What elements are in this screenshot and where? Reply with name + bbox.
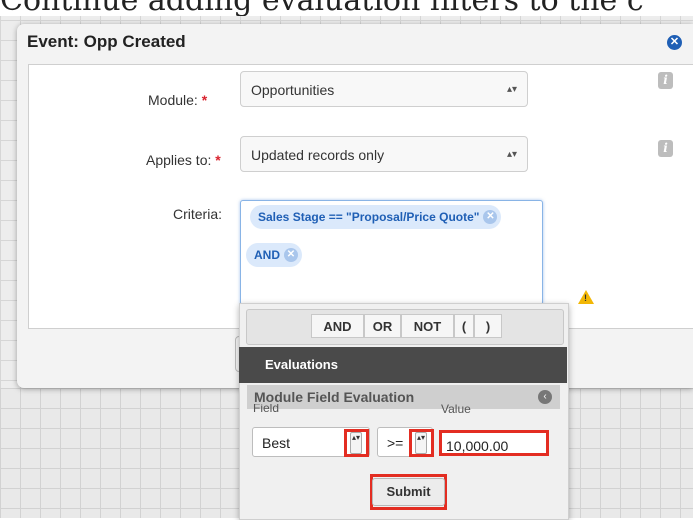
required-marker: *	[201, 92, 208, 108]
operator-select-value: >=	[387, 435, 404, 451]
dialog-title: Event: Opp Created	[27, 32, 186, 51]
criteria-pill-text: AND	[254, 248, 280, 262]
tutorial-caption: Continue adding evaluation filters to th…	[0, 0, 693, 16]
criteria-label: Criteria:	[173, 206, 223, 222]
field-select-value: Best	[262, 435, 291, 451]
field-label: Field	[253, 404, 280, 413]
criteria-pill[interactable]: Sales Stage == "Proposal/Price Quote" ✕	[250, 205, 502, 229]
close-paren-button[interactable]: )	[474, 314, 502, 338]
module-label: Module: *	[148, 92, 208, 108]
criteria-pill[interactable]: AND ✕	[246, 243, 302, 267]
info-icon[interactable]: i	[658, 72, 673, 89]
info-icon[interactable]: i	[658, 140, 673, 157]
module-select[interactable]: Opportunities ▴▾	[240, 71, 528, 107]
applies-to-select-value: Updated records only	[251, 147, 385, 163]
submit-button[interactable]: Submit	[372, 478, 445, 506]
operator-select-arrows-icon[interactable]: ▴▾	[415, 432, 427, 454]
evaluations-header[interactable]: Evaluations	[239, 347, 567, 383]
value-input[interactable]: 10,000.00	[439, 430, 549, 456]
module-select-value: Opportunities	[251, 82, 335, 98]
select-arrows-icon: ▴▾	[506, 149, 517, 160]
select-arrows-icon: ▴▾	[506, 84, 517, 95]
open-paren-button[interactable]: (	[454, 314, 474, 338]
applies-to-label: Applies to: *	[146, 152, 221, 168]
module-field-evaluation-header[interactable]: Module Field Evaluation	[247, 385, 560, 409]
operator-and-button[interactable]: AND	[311, 314, 364, 338]
close-icon[interactable]: ✕	[667, 35, 682, 50]
criteria-pill-text: Sales Stage == "Proposal/Price Quote"	[258, 210, 480, 224]
applies-to-select[interactable]: Updated records only ▴▾	[240, 136, 528, 172]
remove-pill-icon[interactable]: ✕	[284, 248, 298, 262]
collapse-icon[interactable]: ‹	[538, 390, 552, 404]
warning-icon-mark: !	[584, 293, 587, 303]
operator-or-button[interactable]: OR	[364, 314, 401, 338]
required-marker: *	[215, 152, 221, 168]
value-label: Value	[441, 404, 471, 414]
remove-pill-icon[interactable]: ✕	[483, 210, 498, 224]
field-select-arrows-icon[interactable]: ▴▾	[350, 432, 362, 454]
operator-not-button[interactable]: NOT	[401, 314, 454, 338]
